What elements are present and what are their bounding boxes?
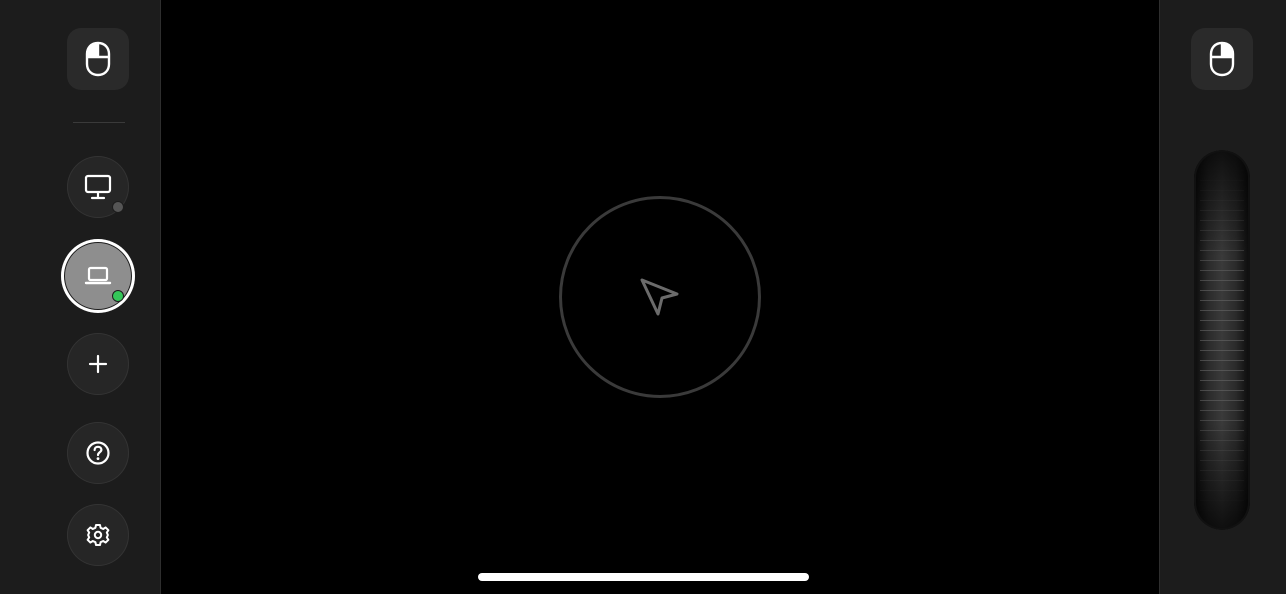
right-mouse-button[interactable] bbox=[1191, 28, 1253, 90]
question-circle-icon bbox=[86, 441, 110, 465]
desktop-monitor-icon bbox=[84, 174, 112, 200]
settings-button[interactable] bbox=[67, 504, 129, 566]
left-mouse-button[interactable] bbox=[67, 28, 129, 90]
plus-icon bbox=[88, 354, 108, 374]
laptop-icon bbox=[84, 266, 112, 285]
cursor-arrow-icon bbox=[640, 278, 679, 316]
gear-icon bbox=[86, 524, 110, 546]
help-button[interactable] bbox=[67, 422, 129, 484]
right-sidebar bbox=[1159, 0, 1286, 594]
scroll-wheel[interactable] bbox=[1194, 150, 1250, 530]
mouse-icon bbox=[1209, 41, 1235, 77]
sidebar-divider bbox=[73, 122, 125, 123]
device-desktop-button[interactable] bbox=[67, 156, 129, 218]
left-sidebar bbox=[0, 0, 161, 594]
scroll-wheel-shading bbox=[1194, 150, 1250, 530]
remote-mouse-app bbox=[0, 0, 1286, 594]
add-device-button[interactable] bbox=[67, 333, 129, 395]
mouse-icon bbox=[85, 41, 111, 77]
home-indicator[interactable] bbox=[478, 573, 809, 581]
offline-status-dot bbox=[112, 201, 124, 213]
device-laptop-button[interactable] bbox=[61, 239, 135, 313]
trackpad-cursor-ring[interactable] bbox=[559, 196, 761, 398]
online-status-dot bbox=[112, 290, 124, 302]
